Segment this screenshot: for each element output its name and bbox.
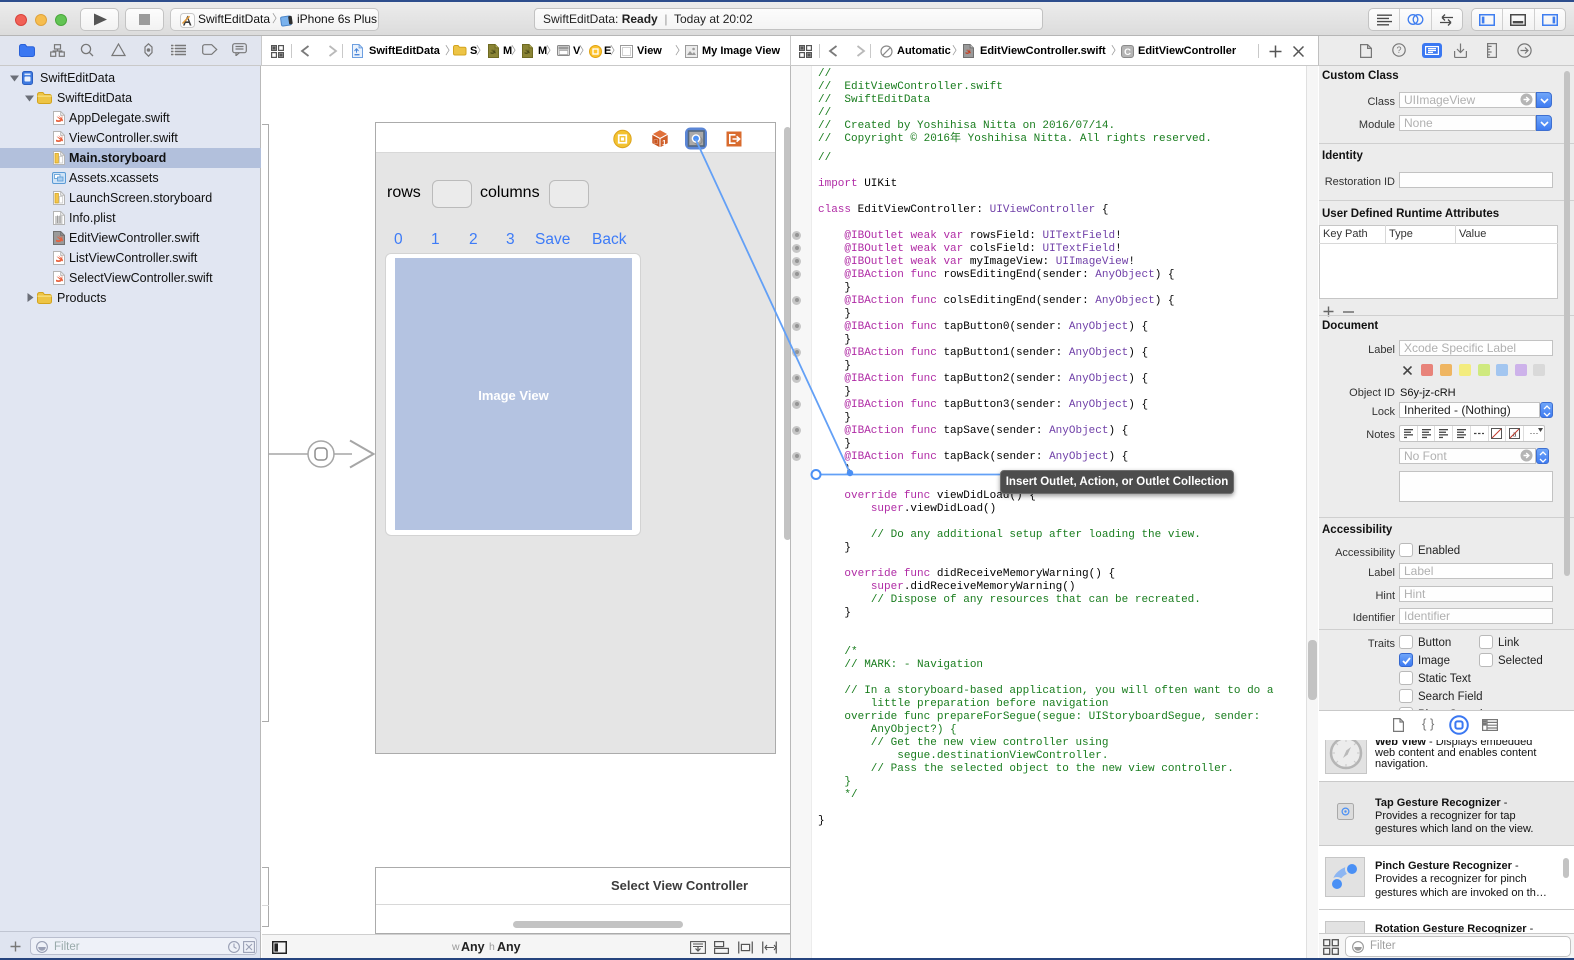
svg-text:?: ? xyxy=(1396,45,1401,55)
svg-text:□: □ xyxy=(654,139,658,146)
svg-text:C: C xyxy=(1124,47,1131,58)
svg-text:1: 1 xyxy=(662,138,666,147)
